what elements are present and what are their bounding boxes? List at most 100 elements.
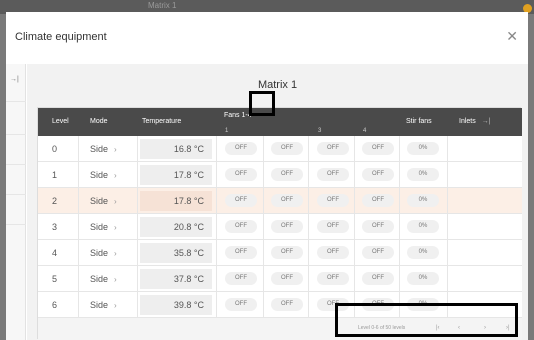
- fan-toggle[interactable]: OFF: [271, 220, 303, 233]
- header-stir-fans: Stir fans: [406, 118, 432, 125]
- stir-fan-value[interactable]: 0%: [407, 272, 439, 285]
- close-icon[interactable]: ✕: [506, 28, 518, 45]
- stir-fan-value[interactable]: 0%: [407, 168, 439, 181]
- table-row[interactable]: 1 Side › 17.8 °C OFF OFF OFF OFF 0%: [38, 162, 522, 188]
- fan-toggle[interactable]: OFF: [317, 220, 349, 233]
- table-row[interactable]: 0 Side › 16.8 °C OFF OFF OFF OFF 0%: [38, 136, 522, 162]
- mode-value: Side: [90, 144, 109, 154]
- left-sidebar: →|: [6, 64, 26, 340]
- chevron-right-icon: ›: [114, 145, 117, 154]
- temperature-field[interactable]: 35.8 °C: [140, 243, 212, 263]
- mode-cell[interactable]: Side ›: [90, 248, 117, 258]
- header-inlets: Inlets →|: [459, 118, 491, 125]
- mode-value: Side: [90, 222, 109, 232]
- header-fans: Fans 1-4: [224, 112, 252, 119]
- level-cell: 6: [52, 300, 58, 310]
- fan-toggle[interactable]: OFF: [317, 272, 349, 285]
- sidebar-divider: [6, 224, 26, 225]
- mode-cell[interactable]: Side ›: [90, 300, 117, 310]
- chevron-right-icon: ›: [114, 197, 117, 206]
- chevron-right-icon: ›: [114, 171, 117, 180]
- fan-toggle[interactable]: OFF: [317, 142, 349, 155]
- climate-equipment-dialog: Climate equipment ✕ →| Matrix 1 Level Mo…: [6, 12, 528, 340]
- temperature-field[interactable]: 37.8 °C: [140, 269, 212, 289]
- mode-cell[interactable]: Side ›: [90, 196, 117, 206]
- header-fan-3: 3: [318, 128, 322, 134]
- fan-toggle[interactable]: OFF: [271, 194, 303, 207]
- table-row[interactable]: 2 Side › 17.8 °C OFF OFF OFF OFF 0%: [38, 188, 522, 214]
- stir-fan-value[interactable]: 0%: [407, 220, 439, 233]
- header-fan-4: 4: [363, 128, 367, 134]
- chevron-right-icon: ›: [114, 249, 117, 258]
- header-inlets-label: Inlets: [459, 118, 476, 125]
- fan-toggle[interactable]: OFF: [362, 246, 394, 259]
- stir-fan-value[interactable]: 0%: [407, 194, 439, 207]
- fan-toggle[interactable]: OFF: [362, 142, 394, 155]
- mode-cell[interactable]: Side ›: [90, 222, 117, 232]
- fan-toggle[interactable]: OFF: [225, 272, 257, 285]
- chevron-right-icon: ›: [114, 275, 117, 284]
- temperature-field[interactable]: 20.8 °C: [140, 217, 212, 237]
- mode-value: Side: [90, 300, 109, 310]
- fan-toggle[interactable]: OFF: [225, 298, 257, 311]
- fan-toggle[interactable]: OFF: [317, 168, 349, 181]
- column-divider: [399, 136, 400, 318]
- column-divider: [137, 136, 138, 318]
- fan-toggle[interactable]: OFF: [271, 168, 303, 181]
- fan-toggle[interactable]: OFF: [317, 194, 349, 207]
- fan-toggle[interactable]: OFF: [271, 272, 303, 285]
- fan-toggle[interactable]: OFF: [225, 246, 257, 259]
- fan-toggle[interactable]: OFF: [225, 194, 257, 207]
- column-divider: [447, 136, 448, 318]
- level-cell: 5: [52, 274, 58, 284]
- fan-toggle[interactable]: OFF: [225, 168, 257, 181]
- dialog-title: Climate equipment: [15, 31, 107, 43]
- background-title: Matrix 1: [148, 1, 177, 10]
- matrix-title: Matrix 1: [257, 79, 298, 91]
- mode-value: Side: [90, 274, 109, 284]
- table-row[interactable]: 5 Side › 37.8 °C OFF OFF OFF OFF 0%: [38, 266, 522, 292]
- column-divider: [78, 136, 79, 318]
- highlight-marker: [335, 303, 518, 337]
- header-level: Level: [52, 118, 69, 125]
- column-divider: [216, 136, 217, 318]
- mode-value: Side: [90, 170, 109, 180]
- mode-value: Side: [90, 248, 109, 258]
- stir-fan-value[interactable]: 0%: [407, 246, 439, 259]
- sidebar-divider: [6, 101, 26, 102]
- column-divider: [354, 136, 355, 318]
- fan-toggle[interactable]: OFF: [271, 142, 303, 155]
- fan-toggle[interactable]: OFF: [225, 142, 257, 155]
- fan-toggle[interactable]: OFF: [362, 168, 394, 181]
- header-mode: Mode: [90, 118, 108, 125]
- temperature-field[interactable]: 16.8 °C: [140, 139, 212, 159]
- temperature-field[interactable]: 39.8 °C: [140, 295, 212, 315]
- matrix-panel: Matrix 1 Level Mode Temperature Fans 1-4…: [27, 64, 528, 340]
- column-divider: [308, 136, 309, 318]
- mode-cell[interactable]: Side ›: [90, 274, 117, 284]
- level-cell: 3: [52, 222, 58, 232]
- fan-toggle[interactable]: OFF: [362, 272, 394, 285]
- sidebar-divider: [6, 164, 26, 165]
- table-row[interactable]: 4 Side › 35.8 °C OFF OFF OFF OFF 0%: [38, 240, 522, 266]
- fan-toggle[interactable]: OFF: [317, 246, 349, 259]
- fan-toggle[interactable]: OFF: [362, 220, 394, 233]
- mode-value: Side: [90, 196, 109, 206]
- fan-toggle[interactable]: OFF: [225, 220, 257, 233]
- sidebar-divider: [6, 134, 26, 135]
- collapse-icon[interactable]: →|: [10, 76, 19, 83]
- mode-cell[interactable]: Side ›: [90, 144, 117, 154]
- temperature-field[interactable]: 17.8 °C: [140, 165, 212, 185]
- level-cell: 0: [52, 144, 58, 154]
- mode-cell[interactable]: Side ›: [90, 170, 117, 180]
- fan-toggle[interactable]: OFF: [271, 246, 303, 259]
- expand-inlets-icon[interactable]: →|: [482, 118, 491, 125]
- fan-toggle[interactable]: OFF: [271, 298, 303, 311]
- temperature-field[interactable]: 17.8 °C: [140, 191, 212, 211]
- table-row[interactable]: 3 Side › 20.8 °C OFF OFF OFF OFF 0%: [38, 214, 522, 240]
- fan-toggle[interactable]: OFF: [362, 194, 394, 207]
- chevron-right-icon: ›: [114, 301, 117, 310]
- level-cell: 1: [52, 170, 58, 180]
- stir-fan-value[interactable]: 0%: [407, 142, 439, 155]
- column-divider: [263, 136, 264, 318]
